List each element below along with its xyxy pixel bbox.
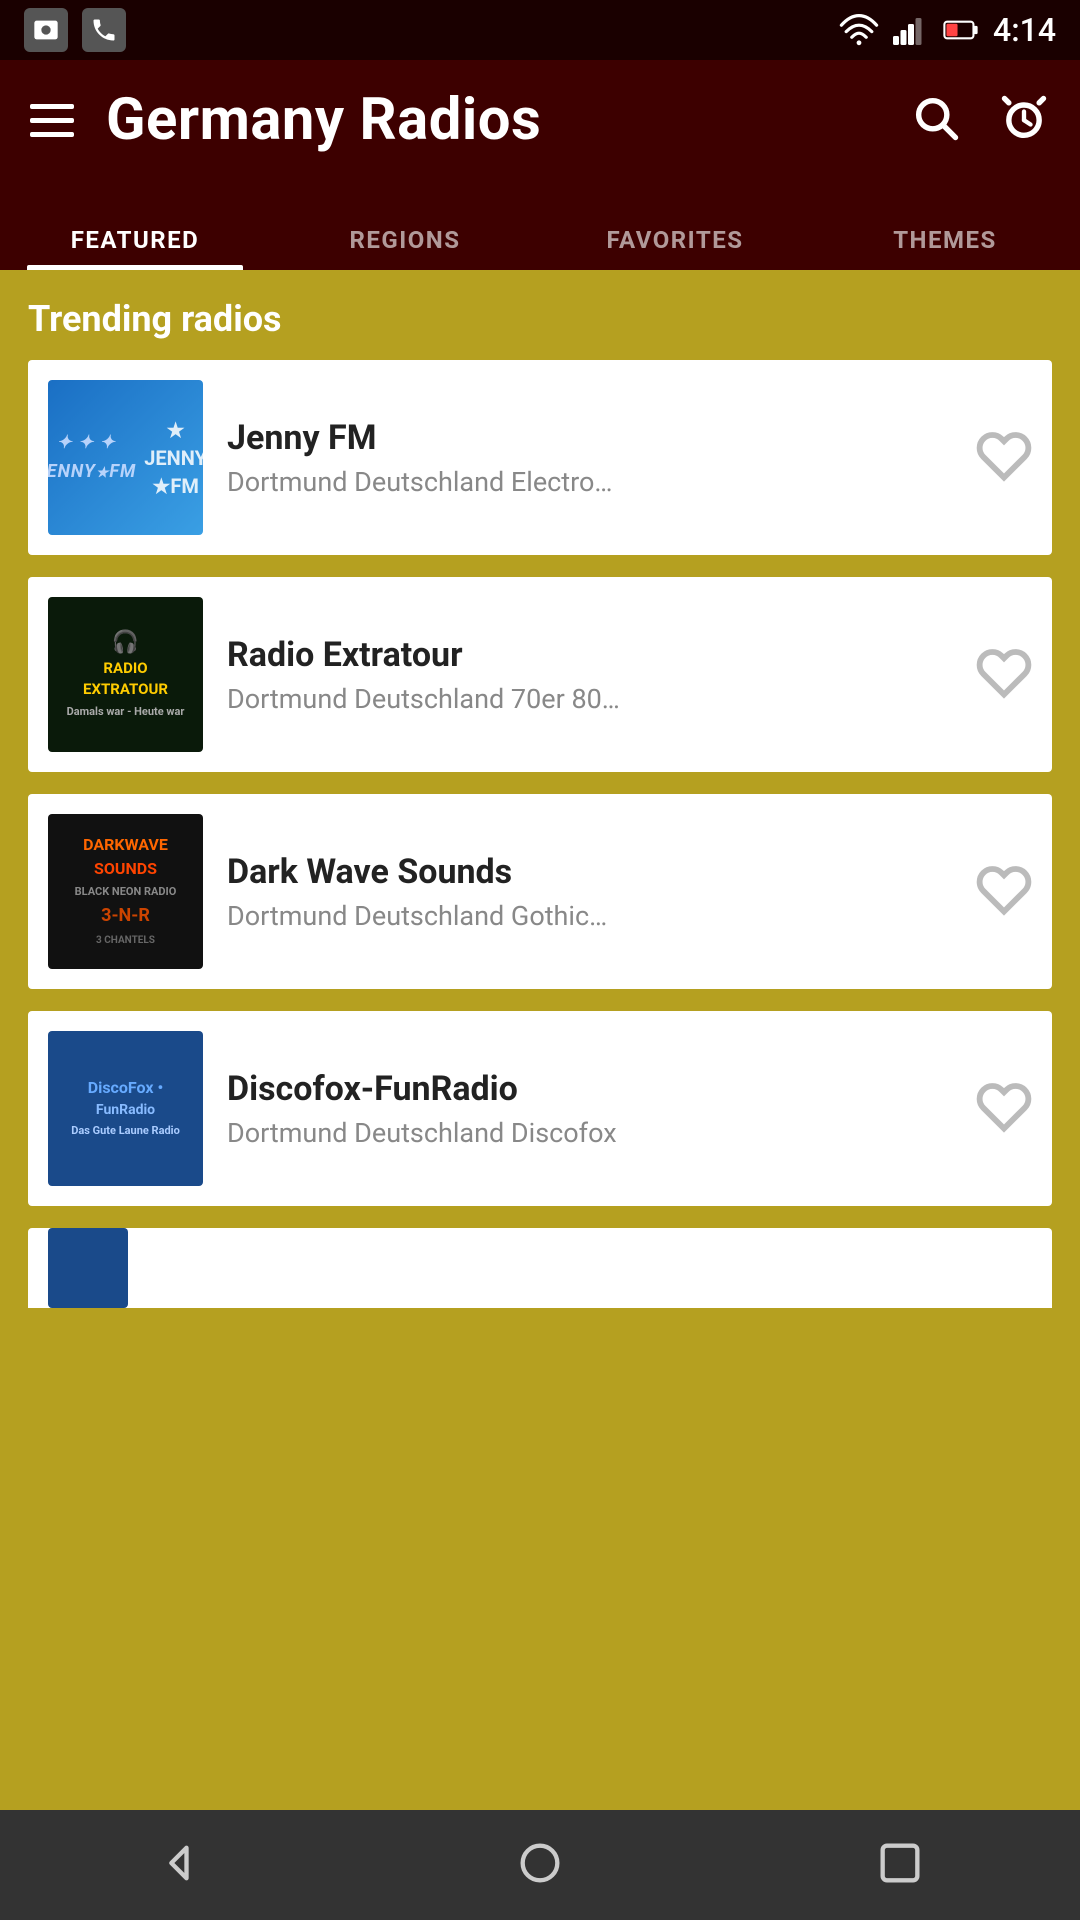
radio-name: Dark Wave Sounds — [227, 852, 952, 892]
thumb-partial — [48, 1228, 128, 1308]
radio-info-discofox: Discofox-FunRadio Dortmund Deutschland D… — [227, 1069, 952, 1149]
radio-name: Jenny FM — [227, 418, 952, 458]
section-title: Trending radios — [0, 298, 1080, 360]
photo-icon — [24, 8, 68, 52]
search-button[interactable] — [910, 92, 962, 148]
phone-icon — [82, 8, 126, 52]
signal-icon — [893, 14, 929, 46]
radio-card-extratour[interactable]: 🎧 RADIO EXTRATOUR Damals war - Heute war… — [28, 577, 1052, 772]
radio-card-darkwave[interactable]: DARKWAVE SOUNDS BLACK NEON RADIO 3-N-R 3… — [28, 794, 1052, 989]
toolbar: Germany Radios — [0, 60, 1080, 180]
radio-name: Discofox-FunRadio — [227, 1069, 952, 1109]
tab-favorites[interactable]: FAVORITES — [540, 226, 810, 270]
tab-regions[interactable]: REGIONS — [270, 226, 540, 270]
radio-desc: Dortmund Deutschland Electro… — [227, 466, 952, 498]
recents-button[interactable] — [874, 1837, 926, 1893]
toolbar-left: Germany Radios — [30, 86, 541, 154]
alarm-button[interactable] — [998, 92, 1050, 148]
radio-card-partial[interactable] — [28, 1228, 1052, 1308]
home-button[interactable] — [514, 1837, 566, 1893]
status-bar: 4:14 — [0, 0, 1080, 60]
favorite-button-discofox[interactable] — [976, 1079, 1032, 1139]
main-content: Trending radios ✦ ✦ ✦JENNY★FM Jenny FM D… — [0, 270, 1080, 1438]
thumb-discofox: DiscoFox • FunRadio Das Gute Laune Radio — [48, 1031, 203, 1186]
favorite-button-jenny-fm[interactable] — [976, 428, 1032, 488]
radio-info-darkwave: Dark Wave Sounds Dortmund Deutschland Go… — [227, 852, 952, 932]
status-bar-right: 4:14 — [839, 11, 1056, 49]
back-button[interactable] — [154, 1837, 206, 1893]
radio-name: Radio Extratour — [227, 635, 952, 675]
thumb-jenny-fm: ✦ ✦ ✦JENNY★FM — [48, 380, 203, 535]
time-display: 4:14 — [993, 11, 1056, 49]
radio-card-discofox[interactable]: DiscoFox • FunRadio Das Gute Laune Radio… — [28, 1011, 1052, 1206]
radio-info-extratour: Radio Extratour Dortmund Deutschland 70e… — [227, 635, 952, 715]
tab-featured[interactable]: FEATURED — [0, 226, 270, 270]
favorite-button-darkwave[interactable] — [976, 862, 1032, 922]
radio-card-jenny-fm[interactable]: ✦ ✦ ✦JENNY★FM Jenny FM Dortmund Deutschl… — [28, 360, 1052, 555]
radio-desc: Dortmund Deutschland Discofox — [227, 1117, 952, 1149]
menu-button[interactable] — [30, 104, 74, 137]
tab-themes[interactable]: THEMES — [810, 226, 1080, 270]
radio-info-jenny-fm: Jenny FM Dortmund Deutschland Electro… — [227, 418, 952, 498]
thumb-darkwave: DARKWAVE SOUNDS BLACK NEON RADIO 3-N-R 3… — [48, 814, 203, 969]
thumb-extratour: 🎧 RADIO EXTRATOUR Damals war - Heute war — [48, 597, 203, 752]
radio-desc: Dortmund Deutschland 70er 80… — [227, 683, 952, 715]
radio-desc: Dortmund Deutschland Gothic… — [227, 900, 952, 932]
tab-bar: FEATURED REGIONS FAVORITES THEMES — [0, 180, 1080, 270]
favorite-button-extratour[interactable] — [976, 645, 1032, 705]
bottom-nav — [0, 1810, 1080, 1920]
status-bar-left — [24, 8, 126, 52]
page-title: Germany Radios — [106, 86, 541, 154]
wifi-icon — [839, 14, 879, 46]
toolbar-actions — [910, 92, 1050, 148]
battery-icon — [943, 14, 979, 46]
